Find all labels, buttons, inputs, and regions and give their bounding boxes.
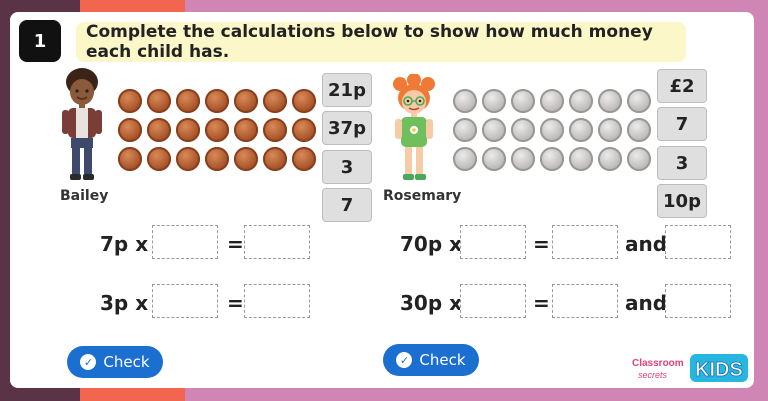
coin-1p-icon [118, 89, 142, 113]
check-button-label: Check [419, 351, 466, 369]
equals-sign: = [227, 232, 244, 256]
coin-10p-icon [511, 89, 535, 113]
option-tile-21p[interactable]: 21p [322, 73, 372, 107]
coin-10p-icon [598, 118, 622, 142]
option-tile-7[interactable]: 7 [657, 107, 707, 141]
check-button-bailey[interactable]: ✓ Check [67, 346, 163, 378]
answer-box-rosemary-row1-total[interactable] [552, 225, 618, 259]
coin-10p-icon [482, 147, 506, 171]
coin-10p-icon [511, 147, 535, 171]
coin-1p-icon [147, 118, 171, 142]
calc-label-7p: 7p x [100, 232, 149, 256]
coin-10p-icon [569, 118, 593, 142]
answer-box-rosemary-row2-multiplier[interactable] [460, 284, 526, 318]
answer-box-bailey-row2-multiplier[interactable] [152, 284, 218, 318]
coin-10p-icon [540, 147, 564, 171]
answer-box-bailey-row1-total[interactable] [244, 225, 310, 259]
equals-sign: = [227, 291, 244, 315]
coin-1p-icon [292, 89, 316, 113]
and-label: and [625, 291, 668, 315]
logo-bottom-text: secrets [638, 370, 668, 380]
coin-grid-rosemary [453, 89, 651, 171]
answer-box-rosemary-row2-extra[interactable] [665, 284, 731, 318]
check-icon: ✓ [396, 352, 413, 368]
coin-1p-icon [263, 147, 287, 171]
option-tile-3[interactable]: 3 [657, 146, 707, 180]
question-card [10, 12, 754, 388]
coin-10p-icon [569, 147, 593, 171]
child-name-bailey: Bailey [60, 188, 109, 204]
coin-1p-icon [176, 89, 200, 113]
coin-1p-icon [205, 147, 229, 171]
coin-10p-icon [627, 89, 651, 113]
coin-1p-icon [263, 89, 287, 113]
coin-1p-icon [118, 118, 142, 142]
answer-box-rosemary-row1-multiplier[interactable] [460, 225, 526, 259]
equals-sign: = [533, 232, 550, 256]
coin-1p-icon [205, 89, 229, 113]
option-tile-2-pounds[interactable]: £2 [657, 69, 707, 103]
coin-grid-bailey [118, 89, 316, 171]
coin-10p-icon [453, 147, 477, 171]
child-rosemary-illustration [393, 74, 435, 180]
option-tile-7[interactable]: 7 [322, 188, 372, 222]
question-number: 1 [19, 20, 61, 62]
background-accent-bottom [80, 387, 185, 401]
coin-1p-icon [176, 118, 200, 142]
check-button-label: Check [103, 353, 150, 371]
coin-1p-icon [292, 147, 316, 171]
coin-1p-icon [205, 118, 229, 142]
coin-10p-icon [482, 89, 506, 113]
answer-box-rosemary-row1-extra[interactable] [665, 225, 731, 259]
logo-top-text: Classroom [632, 358, 684, 369]
calc-label-70p: 70p x [400, 232, 463, 256]
coin-10p-icon [627, 118, 651, 142]
logo-kids-text: KIDS [695, 359, 743, 381]
coin-10p-icon [540, 118, 564, 142]
instruction-text: Complete the calculations below to show … [86, 22, 653, 62]
check-icon: ✓ [80, 354, 97, 370]
coin-10p-icon [540, 89, 564, 113]
and-label: and [625, 232, 668, 256]
equals-sign: = [533, 291, 550, 315]
coin-10p-icon [482, 118, 506, 142]
instruction-banner: Complete the calculations below to show … [76, 22, 686, 62]
coin-10p-icon [511, 118, 535, 142]
coin-1p-icon [263, 118, 287, 142]
coin-10p-icon [453, 89, 477, 113]
coin-1p-icon [234, 118, 258, 142]
coin-1p-icon [118, 147, 142, 171]
option-tile-10p[interactable]: 10p [657, 184, 707, 218]
option-tile-37p[interactable]: 37p [322, 111, 372, 145]
coin-10p-icon [453, 118, 477, 142]
classroom-secrets-kids-logo: Classroom secrets KIDS [632, 354, 748, 382]
child-name-rosemary: Rosemary [383, 188, 462, 204]
coin-1p-icon [176, 147, 200, 171]
answer-box-bailey-row2-total[interactable] [244, 284, 310, 318]
coin-1p-icon [147, 89, 171, 113]
coin-1p-icon [147, 147, 171, 171]
calc-label-30p: 30p x [400, 291, 463, 315]
coin-10p-icon [569, 89, 593, 113]
coin-10p-icon [627, 147, 651, 171]
answer-box-rosemary-row2-total[interactable] [552, 284, 618, 318]
coin-1p-icon [292, 118, 316, 142]
calc-label-3p: 3p x [100, 291, 149, 315]
answer-box-bailey-row1-multiplier[interactable] [152, 225, 218, 259]
coin-10p-icon [598, 147, 622, 171]
coin-10p-icon [598, 89, 622, 113]
option-tile-3[interactable]: 3 [322, 150, 372, 184]
coin-1p-icon [234, 147, 258, 171]
coin-1p-icon [234, 89, 258, 113]
check-button-rosemary[interactable]: ✓ Check [383, 344, 479, 376]
child-bailey-illustration [62, 68, 102, 180]
